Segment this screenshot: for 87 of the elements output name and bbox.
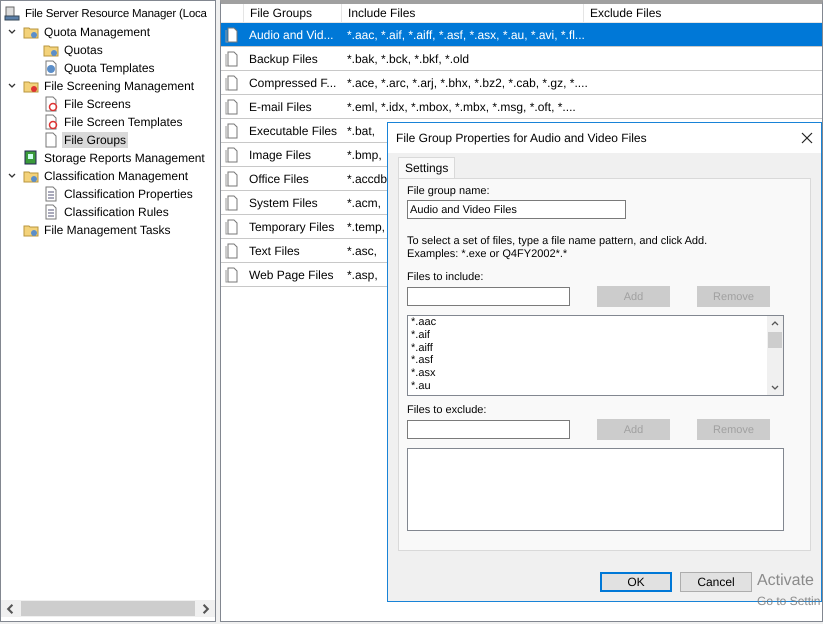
blocked-document-icon bbox=[43, 96, 59, 112]
exclude-listbox[interactable] bbox=[407, 448, 784, 531]
table-cell-text: E-mail Files bbox=[248, 100, 313, 114]
list-item[interactable]: *.aiff bbox=[411, 342, 767, 354]
table-cell-text: *.accdb bbox=[346, 172, 388, 186]
table-cell-text: *.ace, *.arc, *.arj, *.bhx, *.bz2, *.cab, *.gz, *.... bbox=[346, 76, 588, 90]
document-icon bbox=[225, 50, 239, 66]
table-cell-text: *.bmp, bbox=[346, 148, 382, 162]
tab[interactable]: Settings bbox=[398, 157, 456, 178]
activation-notice: Activate bbox=[757, 571, 815, 591]
document-icon bbox=[225, 74, 239, 90]
horizontal-scrollbar[interactable] bbox=[1, 600, 215, 617]
list-item[interactable]: *.asx bbox=[411, 367, 767, 380]
tree-item[interactable]: File Management Tasks bbox=[42, 222, 173, 238]
table-cell-text: *.asp, bbox=[346, 268, 378, 282]
document-icon bbox=[225, 218, 239, 234]
tree-item[interactable]: Quota Management bbox=[42, 24, 152, 40]
tree-item[interactable]: Storage Reports Management bbox=[42, 150, 207, 166]
scrollbar-thumb[interactable] bbox=[21, 601, 195, 616]
table-cell-text: Executable Files bbox=[248, 124, 338, 138]
table-cell-text: Audio and Vid... bbox=[248, 28, 335, 42]
document-icon bbox=[225, 170, 239, 186]
chart-document-icon bbox=[43, 60, 59, 76]
table-cell-text: System Files bbox=[248, 196, 319, 210]
document-icon bbox=[225, 26, 239, 42]
document-icon bbox=[225, 122, 239, 138]
scrollbar-thumb[interactable] bbox=[768, 332, 782, 348]
pattern-field[interactable] bbox=[407, 287, 570, 306]
column-header[interactable]: Exclude Files bbox=[583, 4, 822, 22]
table-cell-text: Temporary Files bbox=[248, 220, 336, 234]
table-row[interactable]: Backup Files *.bak, *.bck, *.bkf, *.old bbox=[221, 47, 822, 71]
tree-item[interactable]: File Screening Management bbox=[42, 78, 196, 94]
table-cell-text: Backup Files bbox=[248, 52, 319, 66]
table-cell-text: Image Files bbox=[248, 148, 312, 162]
tree-item[interactable]: Quotas bbox=[62, 42, 105, 58]
column-header[interactable]: File Groups bbox=[243, 4, 341, 22]
window-title: File Group Properties for Audio and Video Files bbox=[396, 131, 647, 145]
tree-item[interactable]: File Server Resource Manager (Loca bbox=[23, 7, 209, 21]
table-cell-text: *.aac, *.aif, *.aiff, *.asf, *.asx, *.au, *.avi, *.fl... bbox=[346, 28, 585, 42]
document-icon bbox=[43, 132, 59, 148]
table-cell-text: Compressed F... bbox=[248, 76, 338, 90]
document-icon bbox=[225, 194, 239, 210]
table-row[interactable]: Audio and Vid... *.aac, *.aif, *.aiff, *.asf, *.asx, *.au, *.avi, *.fl... bbox=[221, 23, 822, 47]
document-icon bbox=[225, 146, 239, 162]
table-row[interactable]: Compressed F... *.ace, *.arc, *.arj, *.bhx, *.bz2, *.cab, *.gz, *.... bbox=[221, 71, 822, 95]
table-cell-text: *.acm, bbox=[346, 196, 382, 210]
table-cell-text: Text Files bbox=[248, 244, 301, 258]
list-item[interactable]: *.aac bbox=[411, 316, 767, 329]
pattern-field[interactable] bbox=[407, 420, 570, 439]
field-label: Files to exclude: bbox=[407, 404, 488, 416]
tree-item[interactable]: File Groups bbox=[62, 132, 128, 148]
list-item[interactable]: *.au bbox=[411, 380, 767, 393]
instruction-text: Examples: *.exe or Q4FY2002*.* bbox=[407, 248, 568, 261]
document-icon bbox=[225, 242, 239, 258]
vertical-scrollbar[interactable] bbox=[767, 316, 783, 395]
tree-item[interactable]: Classification Management bbox=[42, 168, 190, 184]
report-icon bbox=[23, 150, 39, 166]
document-icon bbox=[43, 186, 59, 202]
column-header[interactable]: Include Files bbox=[341, 4, 583, 22]
document-icon bbox=[225, 98, 239, 114]
document-icon bbox=[43, 204, 59, 220]
table-cell-text: *.bak, *.bck, *.bkf, *.old bbox=[346, 52, 470, 66]
close-icon[interactable] bbox=[801, 132, 813, 144]
list-item[interactable]: *.asf bbox=[411, 354, 767, 368]
table-cell-text: *.bat, bbox=[346, 124, 376, 138]
ok-button[interactable]: OK bbox=[600, 572, 672, 592]
cancel-button[interactable]: Cancel bbox=[680, 572, 752, 592]
table-row[interactable]: E-mail Files *.eml, *.idx, *.mbox, *.mbx, *.msg, *.oft, *.... bbox=[221, 95, 822, 119]
field-label: File group name: bbox=[407, 185, 491, 197]
tree-item[interactable]: File Screens bbox=[62, 96, 133, 112]
table-cell-text: *.eml, *.idx, *.mbox, *.mbx, *.msg, *.oft, *.... bbox=[346, 100, 576, 114]
instruction-text: To select a set of files, type a file name pattern, and click Add. bbox=[407, 235, 708, 248]
include-listbox[interactable]: *.aac *.aif *.aiff *.asf *.asx *.au bbox=[407, 315, 784, 396]
tree-item[interactable]: File Screen Templates bbox=[62, 114, 184, 130]
document-icon bbox=[225, 266, 239, 282]
server-icon bbox=[4, 6, 20, 22]
field-label: Files to include: bbox=[407, 271, 484, 283]
table-cell-text: Web Page Files bbox=[248, 268, 334, 282]
tree-item[interactable]: Classification Properties bbox=[62, 186, 195, 202]
list-item[interactable]: *.aif bbox=[411, 328, 767, 342]
name-field[interactable]: Audio and Video Files bbox=[407, 200, 626, 219]
tree-item[interactable]: Quota Templates bbox=[62, 60, 156, 76]
tree-item[interactable]: Classification Rules bbox=[62, 204, 171, 220]
table-cell-text: *.temp, bbox=[346, 220, 386, 234]
blocked-document-icon bbox=[43, 114, 59, 130]
table-cell-text: *.asc, bbox=[346, 244, 378, 258]
table-cell-text: Office Files bbox=[248, 172, 310, 186]
